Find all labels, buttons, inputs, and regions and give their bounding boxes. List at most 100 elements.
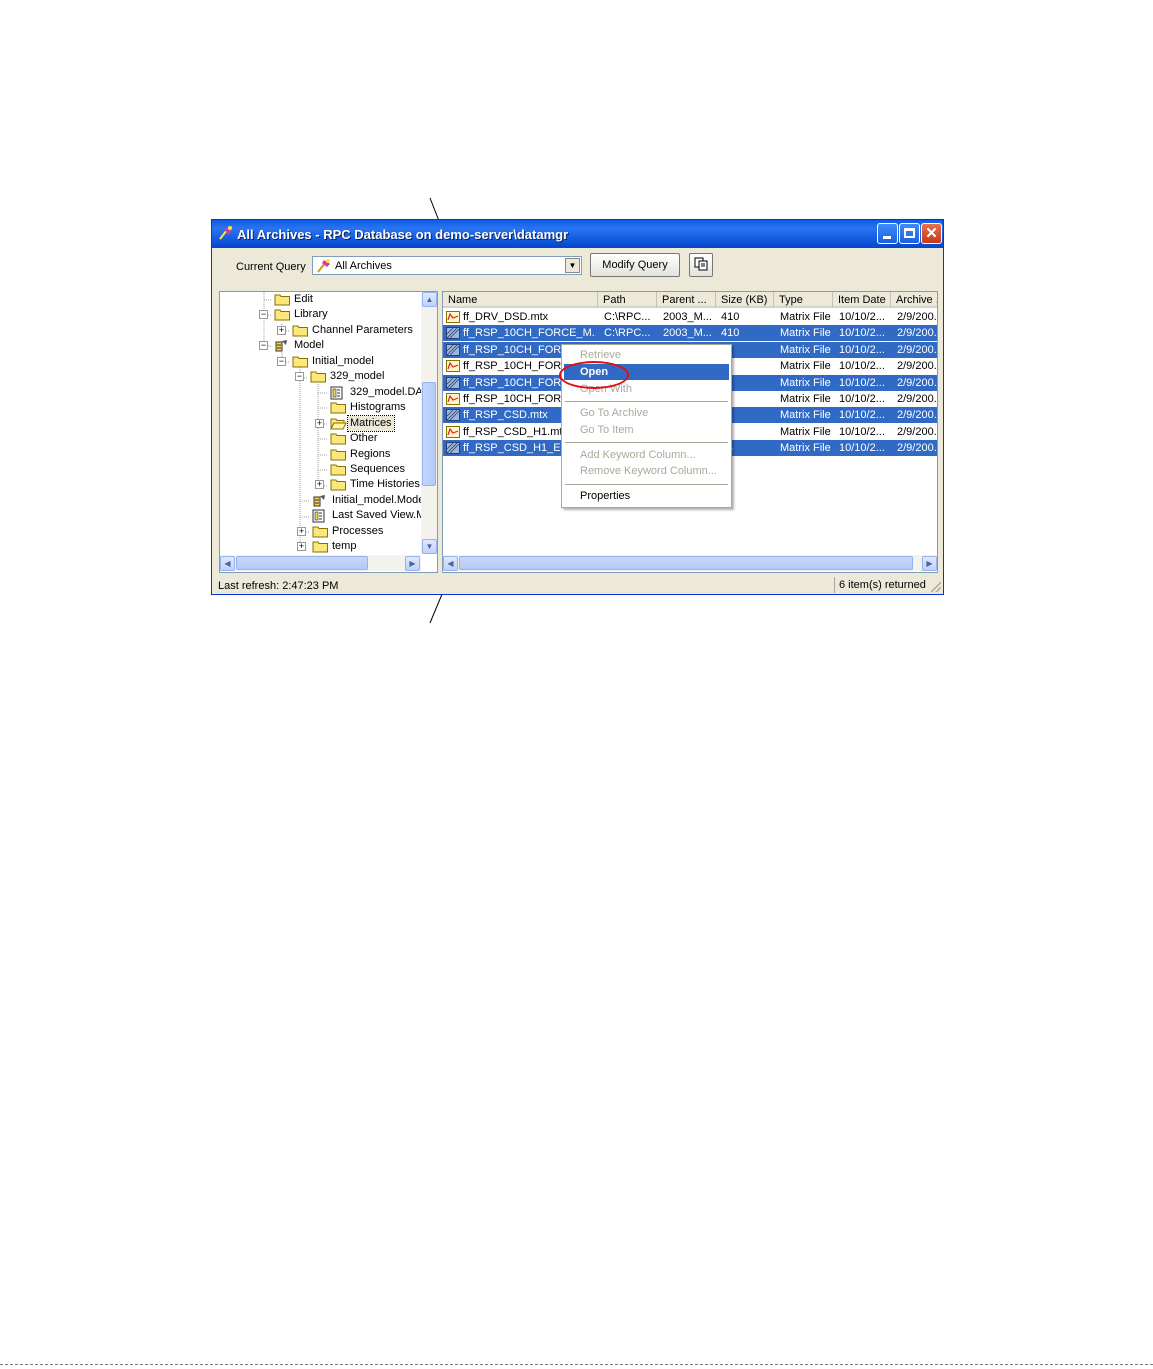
cell-type: Matrix File (780, 360, 831, 373)
expand-icon[interactable]: + (277, 326, 286, 335)
tree-item-label: Last Saved View.M (332, 509, 426, 521)
collapse-icon[interactable]: − (277, 357, 286, 366)
tree-scroll-down-button[interactable]: ▼ (422, 539, 437, 554)
tree-vertical-scrollbar[interactable]: ▲ ▼ (421, 292, 437, 554)
tree-item-label: Edit (294, 293, 313, 305)
tree-item-label: Initial_model (312, 355, 374, 367)
cell-size: 410 (721, 311, 740, 323)
tree-item-label: Initial_model.Model (332, 494, 427, 506)
cell-type: Matrix File (780, 409, 831, 422)
collapse-icon[interactable]: − (259, 310, 268, 319)
cell-archive: 2/9/200... (897, 327, 937, 340)
cell-item-date: 10/10/2... (839, 376, 885, 389)
folder-icon (310, 370, 327, 388)
column-path[interactable]: Path (598, 292, 657, 308)
tree-item-label: Channel Parameters (312, 324, 413, 336)
close-button[interactable]: ✕ (921, 223, 942, 244)
list-header: Name Path Parent ... Size (KB) Type Item… (443, 292, 937, 308)
cell-size: 410 (721, 327, 740, 340)
menu-item-properties[interactable]: Properties (564, 488, 729, 504)
cell-type: Matrix File (780, 425, 831, 438)
expand-icon[interactable]: + (315, 480, 324, 489)
archive-icon (317, 259, 330, 273)
menu-separator (565, 484, 728, 485)
column-archive[interactable]: Archive ... (891, 292, 937, 308)
cell-type: Matrix File (780, 311, 831, 323)
cell-item-date: 10/10/2... (839, 425, 885, 438)
cell-type: Matrix File (780, 393, 831, 405)
list-hscroll-thumb[interactable] (459, 556, 913, 570)
last-refresh-status: Last refresh: 2:47:23 PM (218, 580, 339, 592)
items-returned-status: 6 item(s) returned (834, 577, 931, 593)
folder-icon (274, 308, 291, 326)
collapse-icon[interactable]: − (295, 372, 304, 381)
cell-parent: 2003_M... (663, 311, 712, 323)
cell-archive: 2/9/200... (897, 409, 937, 422)
query-toolbar: Current Query All Archives ▼ Modify Quer… (216, 250, 938, 284)
cell-item-date: 10/10/2... (839, 360, 885, 373)
column-name[interactable]: Name (443, 292, 598, 308)
expand-icon[interactable]: + (315, 419, 324, 428)
cell-type: Matrix File (780, 442, 831, 455)
open-highlight-circle (559, 361, 629, 389)
title-bar[interactable]: All Archives - RPC Database on demo-serv… (212, 220, 943, 248)
list-scroll-right-button[interactable]: ▶ (922, 556, 937, 571)
copy-button[interactable] (689, 253, 713, 277)
list-horizontal-scrollbar[interactable]: ◀ ▶ (443, 555, 937, 571)
cell-archive: 2/9/200... (897, 311, 937, 323)
tree-item-label: Processes (332, 525, 384, 537)
status-bar: Last refresh: 2:47:23 PM 6 item(s) retur… (212, 577, 943, 594)
tree-scroll-thumb[interactable] (422, 382, 436, 486)
cell-item-date: 10/10/2... (839, 393, 885, 405)
tree-scroll-right-button[interactable]: ▶ (405, 556, 420, 571)
tree-item-label: Model (294, 339, 324, 351)
cell-name: ff_DRV_DSD.mtx (463, 311, 549, 323)
resize-grip-icon[interactable] (931, 582, 941, 592)
collapse-icon[interactable]: − (259, 341, 268, 350)
current-query-select[interactable]: All Archives ▼ (312, 256, 582, 275)
menu-item-go-to-item[interactable]: Go To Item (564, 422, 729, 438)
menu-separator (565, 401, 728, 402)
dropdown-arrow-icon[interactable]: ▼ (565, 258, 580, 273)
column-size[interactable]: Size (KB) (716, 292, 774, 308)
tree-item-label: temp (332, 540, 357, 552)
app-icon (219, 226, 232, 240)
tree-scroll-up-button[interactable]: ▲ (422, 292, 437, 307)
cell-item-date: 10/10/2... (839, 442, 885, 455)
tree-scroll-left-button[interactable]: ◀ (220, 556, 235, 571)
cell-type: Matrix File (780, 376, 831, 389)
callout-lines (429, 197, 501, 624)
close-icon: ✕ (925, 225, 938, 242)
cell-path: C:\RPC... (604, 327, 651, 340)
expand-icon[interactable]: + (297, 542, 306, 551)
tree-item-label: Histograms (350, 401, 406, 413)
table-row[interactable]: ff_RSP_10CH_FORCE_M... C:\RPC... 2003_M...… (443, 325, 937, 342)
expand-icon[interactable]: + (297, 527, 306, 536)
table-row[interactable]: ff_DRV_DSD.mtx C:\RPC... 2003_M... 410 Matri… (443, 309, 937, 325)
menu-item-remove-keyword-column[interactable]: Remove Keyword Column... (564, 463, 729, 479)
current-query-label: Current Query (236, 261, 306, 273)
column-parent[interactable]: Parent ... (657, 292, 716, 308)
cell-archive: 2/9/200... (897, 442, 937, 455)
tree-item-label: 329_model.DAT (350, 386, 429, 398)
cell-item-date: 10/10/2... (839, 409, 885, 422)
tree-hscroll-thumb[interactable] (236, 556, 368, 570)
modify-query-button[interactable]: Modify Query (590, 253, 680, 277)
list-scroll-left-button[interactable]: ◀ (443, 556, 458, 571)
cell-archive: 2/9/200... (897, 425, 937, 438)
tree-horizontal-scrollbar[interactable]: ◀ ▶ (220, 555, 421, 571)
menu-item-go-to-archive[interactable]: Go To Archive (564, 405, 729, 421)
tree-item-label: Sequences (350, 463, 406, 475)
matrix-file-selected-icon (446, 442, 460, 459)
cell-item-date: 10/10/2... (839, 343, 885, 356)
cell-type: Matrix File (780, 343, 831, 356)
column-type[interactable]: Type (774, 292, 833, 308)
maximize-button[interactable] (899, 223, 920, 244)
menu-item-add-keyword-column[interactable]: Add Keyword Column... (564, 447, 729, 463)
cell-archive: 2/9/200... (897, 376, 937, 389)
minimize-button[interactable] (877, 223, 898, 244)
cell-type: Matrix File (780, 327, 831, 340)
column-item-date[interactable]: Item Date (833, 292, 891, 308)
minimize-icon (883, 236, 891, 239)
archive-tree[interactable]: Edit − Library + Channel Parameters − Model − In… (219, 291, 438, 573)
